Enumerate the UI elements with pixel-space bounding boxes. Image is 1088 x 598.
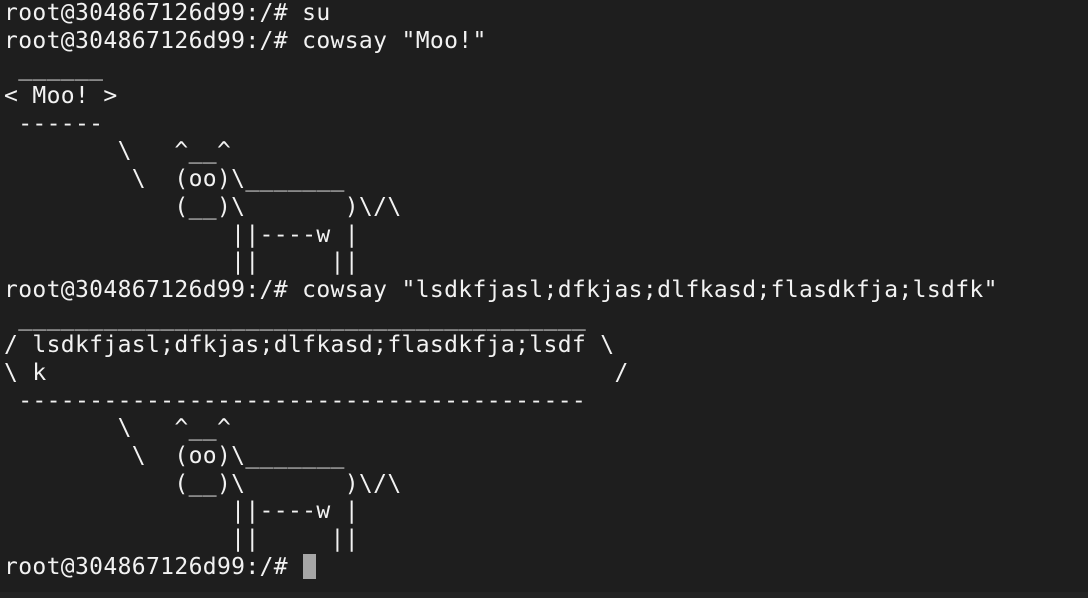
terminal-line: ---------------------------------------- bbox=[4, 387, 587, 414]
terminal-line: < Moo! > bbox=[4, 83, 118, 110]
terminal-line: \ (oo)\_______ bbox=[4, 166, 345, 193]
terminal-line: / lsdkfjasl;dfkjas;dlfkasd;flasdkfja;lsd… bbox=[4, 332, 615, 359]
terminal-line: root@304867126d99:/# cowsay "Moo!" bbox=[4, 27, 487, 54]
terminal-output: root@304867126d99:/# su root@304867126d9… bbox=[4, 0, 1088, 581]
terminal-line: \ (oo)\_______ bbox=[4, 443, 345, 469]
terminal-line: \ ^__^ bbox=[4, 415, 232, 442]
terminal-line: ------ bbox=[4, 110, 104, 137]
terminal-line: \ ^__^ bbox=[4, 138, 232, 165]
terminal-line: ______ bbox=[4, 55, 104, 82]
command-input-line[interactable]: root@304867126d99:/# bbox=[4, 553, 1088, 582]
terminal-line: (__)\ )\/\ bbox=[4, 470, 402, 497]
terminal-bottom-edge bbox=[0, 592, 1088, 598]
terminal-line: (__)\ )\/\ bbox=[4, 193, 402, 220]
terminal-line: || || bbox=[4, 249, 359, 276]
terminal-line: ||----w | bbox=[4, 498, 359, 525]
text-cursor bbox=[303, 553, 317, 579]
terminal-line: \ k / bbox=[4, 359, 629, 386]
terminal-line: ________________________________________ bbox=[4, 304, 587, 331]
terminal-line: ||----w | bbox=[4, 221, 359, 248]
terminal-window[interactable]: root@304867126d99:/# su root@304867126d9… bbox=[0, 0, 1088, 598]
terminal-line: root@304867126d99:/# cowsay "lsdkfjasl;d… bbox=[4, 276, 998, 303]
shell-prompt: root@304867126d99:/# bbox=[4, 553, 303, 580]
terminal-line: || || bbox=[4, 526, 359, 553]
terminal-line: root@304867126d99:/# su bbox=[4, 0, 331, 26]
